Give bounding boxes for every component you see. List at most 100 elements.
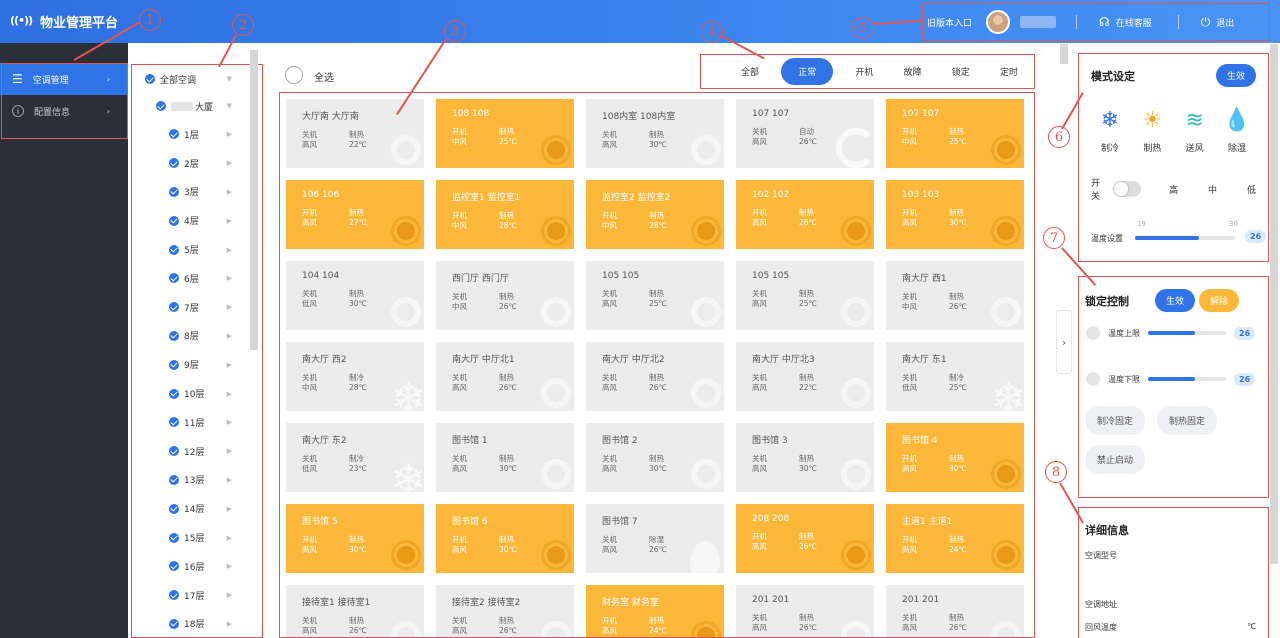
fan-high-option[interactable]: 高 <box>1169 183 1178 196</box>
lock-apply-button[interactable]: 生效 <box>1155 289 1196 312</box>
old-version-link[interactable]: 旧版本入口 <box>927 16 972 29</box>
mode-apply-button[interactable]: 生效 <box>1215 64 1256 87</box>
upper-limit-slider[interactable] <box>1148 331 1226 335</box>
tree-floor[interactable]: 12层 ▶ <box>132 437 262 466</box>
ac-card[interactable]: 主道1 主道1 开机 制热 高风 24℃ <box>886 504 1024 573</box>
tree-floor[interactable]: 3层 ▶ <box>132 178 262 207</box>
fan-mid-option[interactable]: 中 <box>1208 183 1217 196</box>
lock-release-button[interactable]: 解除 <box>1199 289 1240 312</box>
ac-mode: 制热 <box>649 211 664 220</box>
upper-limit-radio[interactable] <box>1086 326 1100 340</box>
filter-tab[interactable]: 定时 <box>992 60 1026 83</box>
ac-card[interactable]: 监控室2 监控室2 开机 制热 中风 28℃ <box>586 180 724 249</box>
divider <box>1177 15 1179 29</box>
ac-card[interactable]: 南大厅 东1 关机 制冷 低风 25℃ ❄ <box>886 342 1024 411</box>
ac-card[interactable]: 接待室1 接待室1 关机 制热 高风 26℃ <box>286 585 424 637</box>
tree-floor[interactable]: 8层 ▶ <box>132 322 262 351</box>
filter-tab[interactable]: 锁定 <box>944 60 978 83</box>
wind-icon: ≋ <box>1185 107 1204 133</box>
tree-floor[interactable]: 6层 ▶ <box>132 264 262 293</box>
tree-floor[interactable]: 15层 ▶ <box>132 523 262 552</box>
ac-card[interactable]: 103 103 开机 制热 高风 30℃ <box>886 180 1024 249</box>
online-service-link[interactable]: ☊ 在线客服 <box>1099 15 1152 29</box>
power-toggle[interactable] <box>1113 181 1141 197</box>
ac-card[interactable]: 图书馆 5 开机 制热 高风 30℃ <box>286 504 424 573</box>
cool-fix-button[interactable]: 制冷固定 <box>1085 406 1146 435</box>
mode-option[interactable]: ☀ 制热 <box>1139 107 1165 155</box>
mode-option[interactable]: 💧 除湿 <box>1223 107 1250 155</box>
ac-card[interactable]: 图书馆 2 关机 制热 高风 30℃ <box>586 423 724 492</box>
tree-root[interactable]: 全部空调 ▼ <box>132 66 262 92</box>
tree-building[interactable]: 大厦 ▼ <box>132 92 262 120</box>
tree-floor[interactable]: 11层 ▶ <box>132 408 262 437</box>
ac-card[interactable]: 105 105 关机 制热 高风 25℃ <box>736 261 874 330</box>
tree-floor[interactable]: 9层 ▶ <box>132 350 262 379</box>
ac-card[interactable]: 财务室 财务室 开机 制热 高风 24℃ <box>586 585 724 637</box>
heat-fix-button[interactable]: 制热固定 <box>1157 406 1218 435</box>
caret-right-icon: ▶ <box>226 187 232 196</box>
tree-floor[interactable]: 7层 ▶ <box>132 293 262 322</box>
checked-icon <box>169 590 179 601</box>
tree-floor[interactable]: 5层 ▶ <box>132 235 262 264</box>
avatar[interactable] <box>986 10 1011 34</box>
ac-card[interactable]: 108 108 开机 制热 中风 25℃ <box>436 99 574 168</box>
ac-card[interactable]: 图书馆 6 开机 制热 高风 30℃ <box>436 504 574 573</box>
ac-card[interactable]: 图书馆 4 开机 制热 高风 30℃ <box>886 423 1024 492</box>
tree-floor[interactable]: 16层 ▶ <box>132 552 262 581</box>
ac-card[interactable]: 南大厅 中厅北3 关机 制热 高风 22℃ <box>736 342 874 411</box>
expand-panel-button[interactable]: › <box>1056 310 1072 374</box>
ac-card[interactable]: 南大厅 中厅北2 关机 制热 高风 26℃ <box>586 342 724 411</box>
mode-option[interactable]: ❄ 制冷 <box>1097 107 1123 155</box>
tree-floor[interactable]: 17层 ▶ <box>132 581 262 610</box>
ac-card[interactable]: 208 208 开机 制热 高风 26℃ <box>736 504 874 573</box>
select-all-radio[interactable] <box>285 66 303 84</box>
ac-card[interactable]: 108内室 108内室 关机 制热 高风 30℃ <box>586 99 724 168</box>
ac-card[interactable]: 监控室1 监控室1 开机 制热 中风 28℃ <box>436 180 574 249</box>
ac-mode: 制热 <box>949 535 964 544</box>
ac-card[interactable]: 接待室2 接待室2 关机 制热 高风 26℃ <box>436 585 574 637</box>
ac-card[interactable]: 201 201 关机 制热 高风 26℃ <box>886 585 1024 637</box>
ac-card[interactable]: 102 102 开机 制热 高风 28℃ <box>736 180 874 249</box>
logout-button[interactable]: ⏻ 退出 <box>1201 15 1235 30</box>
tree-floor[interactable]: 18层 ▶ <box>132 610 262 637</box>
lower-limit-slider[interactable] <box>1148 377 1226 381</box>
ac-fan-speed: 中风 <box>452 137 467 146</box>
ac-power-status: 开机 <box>902 208 917 217</box>
temp-slider[interactable] <box>1135 236 1235 240</box>
ac-card[interactable]: 南大厅 西2 关机 制冷 中风 28℃ ❄ <box>286 342 424 411</box>
ac-card[interactable]: 104 104 关机 制热 低风 30℃ <box>286 261 424 330</box>
right-scrollbar[interactable] <box>1270 44 1278 564</box>
ac-card[interactable]: 图书馆 7 关机 除湿 高风 26℃ <box>586 504 724 573</box>
mode-option[interactable]: ≋ 送风 <box>1182 107 1208 155</box>
ac-card[interactable]: 201 201 关机 制热 高风 26℃ <box>736 585 874 637</box>
ac-card[interactable]: 西门厅 西门厅 关机 制热 中风 26℃ <box>436 261 574 330</box>
tree-floor[interactable]: 14层 ▶ <box>132 494 262 523</box>
ac-card[interactable]: 南大厅 中厅北1 关机 制热 高风 26℃ <box>436 342 574 411</box>
fan-low-option[interactable]: 低 <box>1247 183 1256 196</box>
tree-floor[interactable]: 1层 ▶ <box>132 120 262 149</box>
tree-floor[interactable]: 10层 ▶ <box>132 379 262 408</box>
tree-scrollbar[interactable] <box>250 50 258 350</box>
ac-card[interactable]: 107 107 关机 自动 高风 26℃ <box>736 99 874 168</box>
ac-card[interactable]: 107 107 开机 制热 中风 25℃ <box>886 99 1024 168</box>
tree-floor[interactable]: 2层 ▶ <box>132 149 262 178</box>
ac-card[interactable]: 南大厅 东2 关机 制冷 低风 23℃ ❄ <box>286 423 424 492</box>
temp-max-label: 30 <box>1229 220 1238 228</box>
filter-tab[interactable]: 正常 <box>781 58 834 85</box>
filter-tab[interactable]: 全部 <box>733 60 767 83</box>
ac-card[interactable]: 图书馆 1 关机 制热 高风 30℃ <box>436 423 574 492</box>
ac-card[interactable]: 大厅南 大厅南 关机 制热 高风 22℃ <box>286 99 424 168</box>
ac-card[interactable]: 图书馆 3 关机 制热 高风 30℃ <box>736 423 874 492</box>
forbid-start-button[interactable]: 禁止启动 <box>1085 445 1146 474</box>
lower-limit-radio[interactable] <box>1086 372 1100 386</box>
ac-card[interactable]: 南大厅 西1 关机 制热 中风 26℃ <box>886 261 1024 330</box>
tree-floor[interactable]: 4层 ▶ <box>132 206 262 235</box>
ac-power-status: 开机 <box>302 208 317 217</box>
filter-tab[interactable]: 开机 <box>847 60 881 83</box>
main-scrollbar[interactable] <box>1060 44 1068 64</box>
ac-card[interactable]: 106 106 开机 制热 高风 27℃ <box>286 180 424 249</box>
ac-card[interactable]: 105 105 关机 制热 高风 25℃ <box>586 261 724 330</box>
ac-mode: 制热 <box>799 289 814 298</box>
tree-floor[interactable]: 13层 ▶ <box>132 466 262 495</box>
filter-tab[interactable]: 故障 <box>896 60 930 83</box>
